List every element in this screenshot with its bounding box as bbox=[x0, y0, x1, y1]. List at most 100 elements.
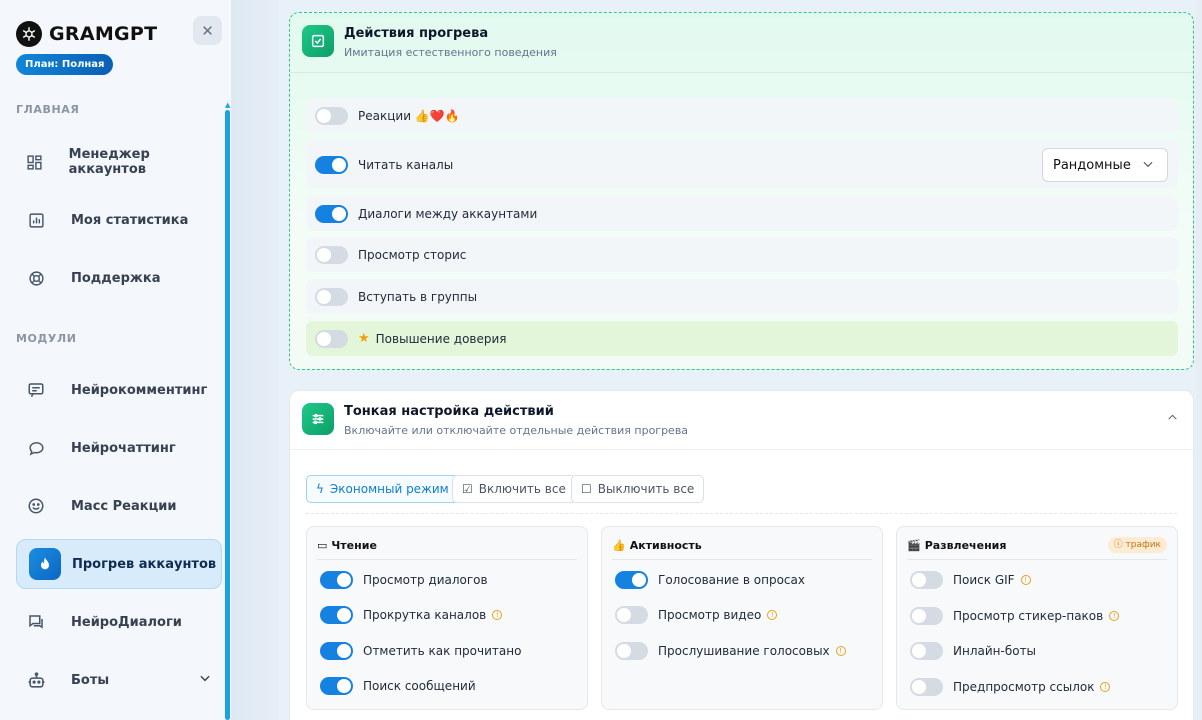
warning-icon: ! bbox=[767, 610, 778, 620]
clapperboard-icon: 🎬 bbox=[907, 539, 921, 552]
entertainment-column-header: 🎬 Развлечения bbox=[907, 539, 1006, 552]
column-title: Развлечения bbox=[924, 539, 1007, 552]
setting-label: Просмотр сторис bbox=[358, 247, 467, 262]
item-label: Прослушивание голосовых bbox=[658, 644, 830, 658]
sidebar-item-label: Менеджер аккаунтов bbox=[68, 147, 150, 177]
setting-row-account-dialogs: Диалоги между аккаунтами bbox=[306, 196, 1178, 231]
chevron-up-icon[interactable] bbox=[1166, 411, 1179, 428]
list-item: Прослушивание голосовых! bbox=[615, 641, 846, 661]
warmup-actions-card: Действия прогрева Имитация естественного… bbox=[289, 12, 1194, 370]
sidebar: GRAMGPT План: Полная ✕ ГЛАВНАЯ Менеджер … bbox=[0, 0, 232, 720]
chart-icon bbox=[16, 212, 56, 229]
scroll-up-arrow-icon[interactable]: ▲ bbox=[225, 101, 230, 109]
poll-voting-toggle[interactable] bbox=[615, 571, 648, 589]
item-label: Предпросмотр ссылок bbox=[953, 680, 1095, 694]
sidebar-item-support[interactable]: Поддержка bbox=[16, 253, 222, 303]
chat-bubble-icon bbox=[16, 440, 56, 457]
sidebar-item-neurocommenting[interactable]: Нейрокомментинг bbox=[16, 365, 222, 415]
enable-all-label: Включить все bbox=[478, 482, 566, 496]
view-stories-toggle[interactable] bbox=[315, 245, 348, 264]
scroll-channels-toggle[interactable] bbox=[320, 606, 353, 624]
list-item: Предпросмотр ссылок! bbox=[910, 677, 1111, 697]
read-channels-toggle[interactable] bbox=[315, 155, 348, 174]
setting-label: Диалоги между аккаунтами bbox=[358, 206, 538, 221]
fire-icon bbox=[29, 548, 61, 580]
lifebuoy-icon bbox=[16, 270, 56, 287]
warmup-card-header: Действия прогрева Имитация естественного… bbox=[302, 25, 557, 59]
column-title: Чтение bbox=[331, 539, 377, 552]
screen-icon: ▭ bbox=[317, 539, 328, 552]
list-item: Просмотр видео! bbox=[615, 605, 778, 625]
sidebar-item-neurochatting[interactable]: Нейрочаттинг bbox=[16, 423, 222, 473]
main-scrollbar[interactable] bbox=[1196, 0, 1202, 720]
brand-name: GRAMGPT bbox=[49, 23, 158, 45]
dialogs-icon bbox=[16, 613, 56, 631]
sidebar-scrollbar[interactable] bbox=[225, 110, 230, 720]
trust-boost-toggle[interactable] bbox=[315, 329, 348, 348]
list-item: Инлайн-боты bbox=[910, 641, 1036, 661]
plan-badge: План: Полная bbox=[16, 54, 114, 75]
robot-icon bbox=[16, 671, 56, 690]
chevron-down-icon bbox=[1141, 157, 1155, 174]
sidebar-item-statistics[interactable]: Моя статистика bbox=[16, 195, 222, 245]
setting-label: Повышение доверия bbox=[375, 331, 507, 346]
list-item: Просмотр диалогов bbox=[320, 570, 488, 590]
link-preview-toggle[interactable] bbox=[910, 678, 943, 696]
eco-mode-label: Экономный режим bbox=[329, 482, 449, 496]
column-title: Активность bbox=[629, 539, 702, 552]
item-label: Прокрутка каналов bbox=[363, 608, 487, 622]
fine-tuning-card: Тонкая настройка действий Включайте или … bbox=[289, 390, 1194, 720]
view-video-toggle[interactable] bbox=[615, 606, 648, 624]
divider bbox=[907, 559, 1167, 560]
thumbs-up-icon: 👍 bbox=[612, 539, 626, 552]
setting-row-trust-boost: ★ Повышение доверия bbox=[306, 321, 1178, 356]
item-label: Поиск сообщений bbox=[363, 679, 476, 693]
chevron-down-icon[interactable] bbox=[198, 671, 212, 689]
search-messages-toggle[interactable] bbox=[320, 677, 353, 695]
warning-icon: ! bbox=[1020, 575, 1031, 585]
activity-column: 👍 Активность Голосование в опросах Просм… bbox=[601, 526, 883, 710]
item-label: Просмотр видео bbox=[658, 608, 762, 622]
warmup-card-subtitle: Имитация естественного поведения bbox=[344, 46, 557, 59]
listen-voice-toggle[interactable] bbox=[615, 642, 648, 660]
list-item: Поиск GIF! bbox=[910, 570, 1031, 590]
sidebar-item-label: Моя статистика bbox=[71, 212, 189, 228]
checkbox-check-icon bbox=[302, 25, 334, 57]
sticker-packs-toggle[interactable] bbox=[910, 607, 943, 625]
channel-mode-select[interactable]: Рандомные bbox=[1042, 148, 1168, 182]
eco-mode-button[interactable]: ϟ Экономный режим bbox=[306, 475, 459, 503]
gif-search-toggle[interactable] bbox=[910, 571, 943, 589]
close-sidebar-button[interactable]: ✕ bbox=[193, 16, 222, 45]
account-dialogs-toggle[interactable] bbox=[315, 204, 348, 223]
comment-icon bbox=[16, 381, 56, 399]
view-dialogs-toggle[interactable] bbox=[320, 571, 353, 589]
join-groups-toggle[interactable] bbox=[315, 287, 348, 306]
sidebar-item-mass-reactions[interactable]: Масс Реакции bbox=[16, 481, 222, 531]
sidebar-item-label: Нейрокомментинг bbox=[71, 382, 208, 398]
badge-label: трафик bbox=[1125, 540, 1161, 550]
disable-all-button[interactable]: ☐ Выключить все bbox=[571, 475, 705, 503]
activity-column-header: 👍 Активность bbox=[612, 539, 702, 552]
warning-icon: ! bbox=[492, 610, 503, 620]
dashed-divider bbox=[306, 513, 1177, 514]
fine-card-header: Тонкая настройка действий Включайте или … bbox=[302, 403, 688, 437]
entertainment-column: 🎬 Развлечения ⓘ трафик Поиск GIF! Просмо… bbox=[896, 526, 1178, 710]
sidebar-item-bots[interactable]: Боты bbox=[16, 655, 222, 705]
reactions-toggle[interactable] bbox=[315, 106, 348, 125]
main-edge bbox=[232, 0, 278, 720]
divider bbox=[612, 559, 872, 560]
sidebar-item-account-warmup[interactable]: Прогрев аккаунтов bbox=[16, 539, 222, 589]
channel-mode-value: Рандомные bbox=[1053, 157, 1131, 173]
sidebar-item-neurodialogs[interactable]: НейроДиалоги bbox=[16, 597, 222, 647]
logo[interactable]: GRAMGPT bbox=[16, 21, 157, 47]
disable-all-label: Выключить все bbox=[597, 482, 695, 496]
fine-card-title: Тонкая настройка действий bbox=[344, 404, 554, 419]
item-label: Просмотр стикер-паков bbox=[953, 609, 1104, 623]
enable-all-button[interactable]: ☑ Включить все bbox=[452, 475, 576, 503]
sidebar-item-account-manager[interactable]: Менеджер аккаунтов bbox=[16, 137, 222, 187]
inline-bots-toggle[interactable] bbox=[910, 642, 943, 660]
setting-row-reactions: Реакции 👍❤️🔥 bbox=[306, 98, 1178, 133]
list-item: Поиск сообщений bbox=[320, 676, 476, 696]
divider bbox=[290, 72, 1193, 73]
mark-read-toggle[interactable] bbox=[320, 642, 353, 660]
